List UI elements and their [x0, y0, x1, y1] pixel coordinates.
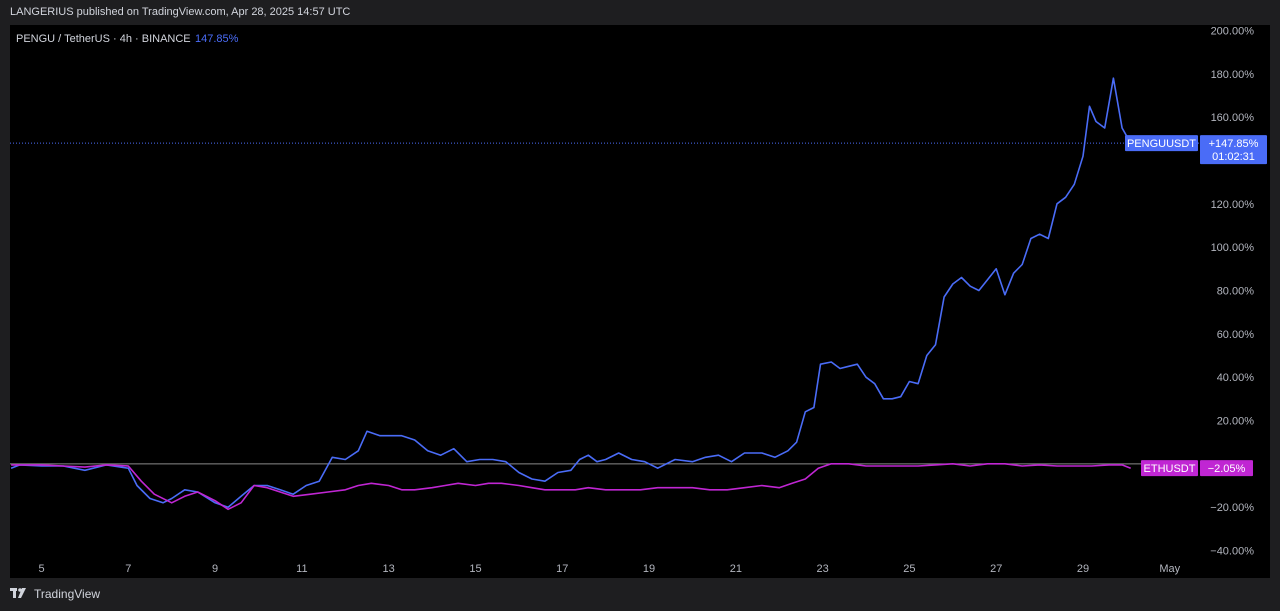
y-tick-label: −40.00% [1210, 546, 1254, 558]
x-tick-label: 7 [125, 563, 131, 575]
x-tick-label: 5 [38, 563, 44, 575]
x-tick-label: 17 [556, 563, 568, 575]
tradingview-brand: TradingView [34, 587, 101, 601]
y-tick-label: 180.00% [1211, 69, 1255, 81]
pengu-change-label: +147.85% [1209, 138, 1259, 150]
pengu-series-line [10, 77, 1132, 508]
x-tick-label: 21 [730, 563, 742, 575]
y-tick-label: 20.00% [1217, 416, 1255, 428]
y-tick-label: 120.00% [1211, 199, 1255, 211]
symbol-change: 147.85% [195, 33, 239, 45]
symbol-info: PENGU / TetherUS · 4h · BINANCE [16, 33, 191, 45]
y-tick-label: 80.00% [1217, 286, 1255, 298]
x-tick-label: May [1159, 563, 1180, 575]
eth-name-label: ETHUSDT [1144, 463, 1196, 475]
price-chart-svg[interactable]: 200.00% 180.00% 160.00% 120.00% 100.00% 80.00… [0, 0, 1280, 611]
x-tick-label: 23 [817, 563, 829, 575]
pengu-name-label: PENGUUSDT [1127, 138, 1196, 150]
x-tick-label: 29 [1077, 563, 1089, 575]
pengu-countdown-label: 01:02:31 [1212, 151, 1255, 163]
eth-change-label: −2.05% [1208, 463, 1246, 475]
x-tick-label: 9 [212, 563, 218, 575]
y-tick-label: 200.00% [1211, 26, 1255, 38]
y-tick-label: 160.00% [1211, 112, 1255, 124]
y-tick-label: −20.00% [1210, 502, 1254, 514]
y-tick-label: 100.00% [1211, 242, 1255, 254]
tradingview-logo-icon [10, 588, 26, 598]
x-tick-label: 19 [643, 563, 655, 575]
y-tick-label: 60.00% [1217, 329, 1255, 341]
x-tick-label: 15 [469, 563, 481, 575]
y-tick-label: 40.00% [1217, 372, 1255, 384]
footer: TradingView [10, 587, 100, 601]
x-tick-label: 27 [990, 563, 1002, 575]
x-tick-label: 13 [383, 563, 395, 575]
x-tick-label: 25 [903, 563, 915, 575]
x-tick-label: 11 [296, 563, 307, 575]
published-chart-frame: LANGERIUS published on TradingView.com, … [0, 0, 1280, 611]
